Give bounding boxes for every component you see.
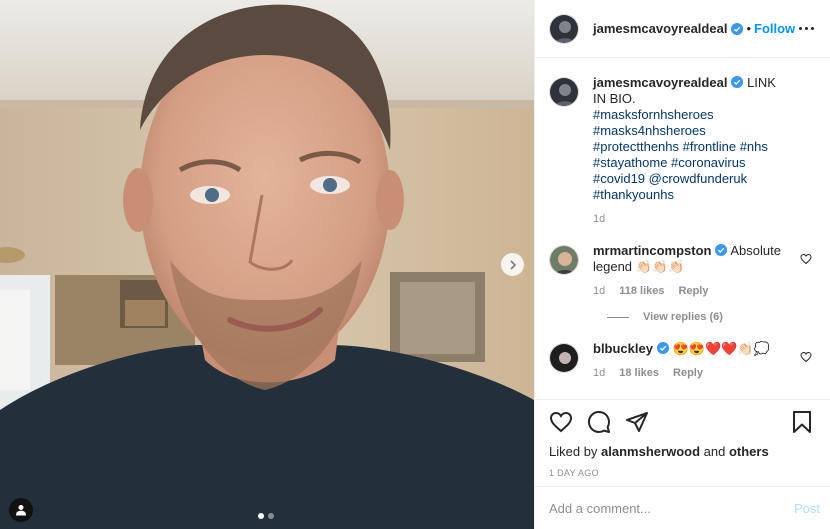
carousel-dot — [268, 513, 274, 519]
post-comment-button[interactable]: Post — [794, 501, 820, 516]
verified-badge-icon — [731, 76, 744, 88]
avatar[interactable] — [549, 77, 579, 107]
liked-by-and: and — [703, 444, 726, 459]
comment-username[interactable]: mrmartincompston — [593, 243, 711, 258]
comment-icon[interactable] — [587, 410, 611, 434]
view-replies-label: View replies (6) — [643, 311, 723, 323]
reply-button[interactable]: Reply — [679, 283, 709, 299]
caption-timestamp[interactable]: 1d — [593, 211, 605, 227]
bookmark-icon[interactable] — [790, 410, 814, 434]
replies-divider — [607, 316, 629, 318]
like-comment-heart-icon[interactable] — [800, 351, 812, 363]
post-side-panel: jamesmcavoyrealdeal • Follow jamesmcavoy… — [534, 0, 830, 529]
comment-body: mrmartincompston Absolute legend 👏🏻👏🏻👏🏻 … — [593, 243, 814, 299]
avatar[interactable] — [549, 245, 579, 275]
comment-timestamp[interactable]: 1d — [593, 365, 605, 381]
more-options-icon[interactable] — [799, 27, 814, 30]
comment-likes[interactable]: 18 likes — [619, 365, 659, 381]
liked-by: Liked by alanmsherwood and others — [549, 444, 814, 459]
follow-button[interactable]: Follow — [754, 21, 795, 36]
share-icon[interactable] — [625, 410, 649, 434]
user-icon — [16, 505, 26, 516]
verified-badge-icon — [731, 22, 744, 35]
comment-text: 😍😍❤️❤️👏🏻💭 — [672, 341, 770, 356]
instagram-post: jamesmcavoyrealdeal • Follow jamesmcavoy… — [0, 0, 830, 529]
comment-body: blbuckley 😍😍❤️❤️👏🏻💭 1d 18 likes Reply — [593, 341, 814, 381]
separator-dot: • — [746, 21, 751, 36]
chevron-right-icon — [509, 259, 516, 270]
action-icons — [549, 408, 814, 436]
post-media[interactable] — [0, 0, 534, 529]
comment-username[interactable]: blbuckley — [593, 341, 653, 356]
caption-hashtags[interactable]: #masksfornhsheroes #masks4nhsheroes #pro… — [593, 107, 790, 203]
heart-icon[interactable] — [549, 410, 573, 434]
liked-by-others[interactable]: others — [729, 444, 769, 459]
like-comment-heart-icon[interactable] — [800, 253, 812, 265]
liked-by-prefix: Liked by — [549, 444, 598, 459]
tagged-users-button[interactable] — [9, 498, 33, 522]
post-date[interactable]: 1 DAY AGO — [549, 468, 814, 478]
comment-item: blbuckley 😍😍❤️❤️👏🏻💭 1d 18 likes Reply — [549, 341, 814, 381]
caption-username[interactable]: jamesmcavoyrealdeal — [593, 75, 727, 90]
liked-by-user[interactable]: alanmsherwood — [601, 444, 700, 459]
reply-button[interactable]: Reply — [673, 365, 703, 381]
avatar[interactable] — [549, 343, 579, 373]
comment-timestamp[interactable]: 1d — [593, 283, 605, 299]
profile-picture-icon — [550, 14, 578, 43]
caption-body: jamesmcavoyrealdeal LINK IN BIO. #masksf… — [593, 75, 814, 227]
view-replies-button[interactable]: View replies (6) — [607, 311, 814, 323]
carousel-dot-active — [258, 513, 264, 519]
add-comment-bar: Post — [535, 486, 830, 529]
author-username[interactable]: jamesmcavoyrealdeal — [593, 21, 727, 36]
profile-picture-icon — [550, 344, 578, 372]
profile-picture-icon — [550, 246, 578, 274]
profile-picture-icon — [550, 78, 578, 106]
post-actions: Liked by alanmsherwood and others 1 DAY … — [535, 399, 830, 478]
post-header: jamesmcavoyrealdeal • Follow — [535, 0, 830, 58]
verified-badge-icon — [715, 244, 728, 256]
verified-badge-icon — [656, 342, 669, 354]
comments-section[interactable]: jamesmcavoyrealdeal LINK IN BIO. #masksf… — [535, 59, 830, 399]
carousel-next-button[interactable] — [501, 253, 524, 276]
carousel-indicator — [258, 513, 274, 519]
comment-likes[interactable]: 118 likes — [619, 283, 664, 299]
comment-input[interactable] — [549, 500, 794, 516]
post-photo — [0, 0, 534, 529]
comment-item: mrmartincompston Absolute legend 👏🏻👏🏻👏🏻 … — [549, 243, 814, 299]
avatar[interactable] — [549, 13, 579, 44]
caption: jamesmcavoyrealdeal LINK IN BIO. #masksf… — [549, 75, 814, 227]
